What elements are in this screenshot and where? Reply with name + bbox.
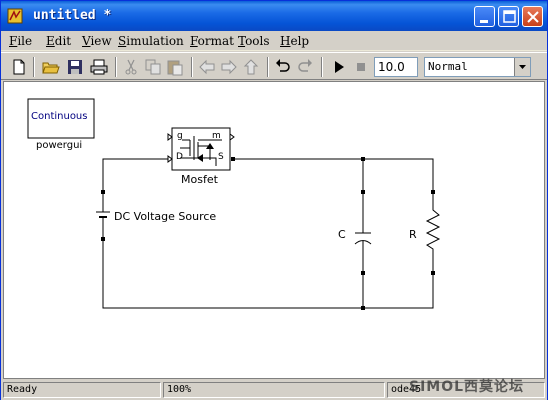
undo-icon <box>276 59 290 72</box>
print-icon <box>90 59 108 75</box>
menu-help[interactable]: Help <box>280 34 309 48</box>
toolbar-separator <box>267 57 269 77</box>
mosfet-port-g-label: g <box>177 131 183 141</box>
circuit-diagram <box>27 98 441 310</box>
mosfet-port-d-label: D <box>176 152 183 162</box>
menu-simulation[interactable]: Simulation <box>118 34 184 48</box>
chevron-down-icon[interactable] <box>514 58 530 76</box>
stop-time-field[interactable]: 10.0 <box>374 57 418 77</box>
source-port-minus[interactable] <box>101 237 105 241</box>
cut-button[interactable] <box>121 57 141 77</box>
paste-button[interactable] <box>165 57 185 77</box>
mosfet-port-d[interactable] <box>167 155 173 163</box>
toolbar-separator <box>191 57 193 77</box>
menu-tools[interactable]: Tools <box>238 34 270 48</box>
mosfet-port-m-label: m <box>212 131 221 141</box>
forward-icon <box>221 59 237 75</box>
mosfet-port-g[interactable] <box>167 133 173 141</box>
toolbar-separator <box>321 57 323 77</box>
watermark-logo: SIMOL西莫论坛 <box>409 379 525 395</box>
wires <box>102 158 434 309</box>
redo-icon <box>298 59 312 72</box>
capacitor-block[interactable] <box>354 190 372 275</box>
title-bar[interactable]: untitled * <box>1 1 547 31</box>
toolbar: 10.0 Normal <box>1 52 547 80</box>
powergui-label: powergui <box>36 140 83 151</box>
back-icon <box>199 59 215 75</box>
status-zoom: 100% <box>163 382 385 398</box>
save-icon <box>68 60 82 74</box>
maximize-icon <box>503 10 516 23</box>
stop-simulation-button[interactable] <box>351 57 371 77</box>
wire-mosfet-to-resistor[interactable] <box>234 158 434 192</box>
minimize-icon <box>480 20 488 23</box>
resistor-zigzag-icon <box>425 194 441 271</box>
wire-source-to-mosfet[interactable] <box>102 158 172 192</box>
menu-view[interactable]: View <box>82 34 112 48</box>
menu-format[interactable]: Format <box>190 34 234 48</box>
capacitor-plate-bottom <box>354 240 372 271</box>
mosfet-port-s-label: S <box>218 152 224 162</box>
back-button[interactable] <box>197 57 217 77</box>
resistor-port-top[interactable] <box>431 190 435 194</box>
start-simulation-button[interactable] <box>329 57 349 77</box>
open-button[interactable] <box>41 57 61 77</box>
start-icon <box>335 61 344 73</box>
menu-edit[interactable]: Edit <box>46 34 71 48</box>
mosfet-port-s[interactable] <box>231 157 235 161</box>
new-model-button[interactable] <box>9 57 29 77</box>
simulink-app-icon[interactable] <box>7 8 23 24</box>
menu-bar: File Edit View Simulation Format Tools H… <box>1 31 547 51</box>
menu-file[interactable]: File <box>9 34 32 48</box>
up-button[interactable] <box>241 57 261 77</box>
capacitor-port-bottom[interactable] <box>361 271 365 275</box>
capacitor-port-top[interactable] <box>361 190 365 194</box>
mosfet-label: Mosfet <box>181 173 218 186</box>
minimize-button[interactable] <box>474 6 495 27</box>
model-canvas[interactable]: Continuous powergui g m D S Mosfet DC Vo… <box>3 81 545 379</box>
dc-voltage-source-block[interactable] <box>96 190 110 241</box>
wire-bottom-return[interactable] <box>102 239 434 309</box>
undo-button[interactable] <box>273 57 293 77</box>
simulation-mode-select[interactable]: Normal <box>424 57 531 77</box>
save-button[interactable] <box>65 57 85 77</box>
source-port-plus[interactable] <box>101 190 105 194</box>
copy-icon <box>145 59 161 75</box>
resistor-block[interactable] <box>425 190 441 275</box>
status-state: Ready <box>3 382 161 398</box>
forward-button[interactable] <box>219 57 239 77</box>
mosfet-port-m[interactable] <box>229 133 235 141</box>
copy-button[interactable] <box>143 57 163 77</box>
resistor-port-bottom[interactable] <box>431 271 435 275</box>
paste-icon <box>167 60 183 76</box>
resistor-label: R <box>409 228 417 241</box>
maximize-button[interactable] <box>498 6 519 27</box>
simulation-mode-value: Normal <box>428 60 468 73</box>
toolbar-separator <box>115 57 117 77</box>
dc-voltage-source-label: DC Voltage Source <box>114 210 217 223</box>
toolbar-separator <box>33 57 35 77</box>
new-icon <box>13 59 25 75</box>
window-title: untitled * <box>33 8 112 23</box>
close-button[interactable] <box>522 6 543 27</box>
up-icon <box>243 59 259 75</box>
redo-button[interactable] <box>295 57 315 77</box>
print-button[interactable] <box>89 57 109 77</box>
open-icon <box>42 62 60 74</box>
model-window: untitled * File Edit View Simulation For… <box>0 0 548 400</box>
cut-icon <box>125 59 137 75</box>
powergui-mode-label: Continuous <box>31 111 88 122</box>
capacitor-plate-top <box>355 194 371 234</box>
close-icon <box>527 11 539 23</box>
capacitor-label: C <box>338 228 346 241</box>
stop-icon <box>357 63 365 71</box>
